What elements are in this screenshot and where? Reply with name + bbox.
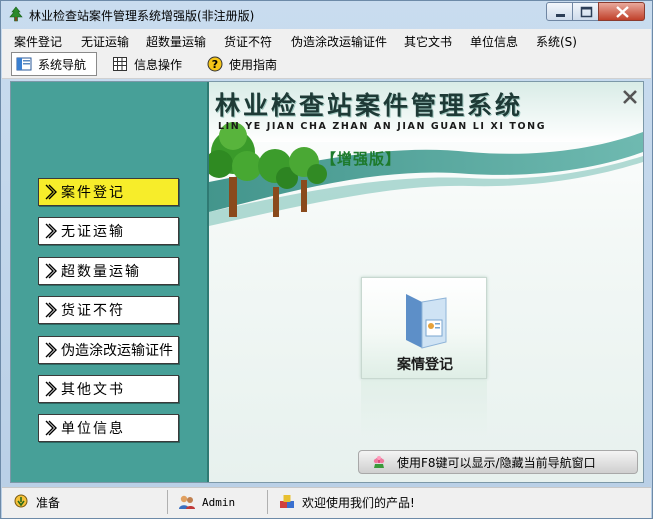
maximize-button[interactable]	[572, 2, 599, 21]
close-icon	[616, 6, 629, 18]
sidebar-item-label: 无证运输	[61, 224, 125, 240]
tab-information-operation[interactable]: 信息操作	[108, 52, 194, 76]
case-register-card-label: 案情登记	[397, 357, 453, 373]
chevron-right-icon	[45, 420, 57, 436]
menu-other-documents[interactable]: 其它文书	[404, 33, 452, 50]
maximize-icon	[580, 6, 593, 18]
tab-user-guide-label: 使用指南	[229, 57, 278, 72]
status-welcome-text: 欢迎使用我们的产品!	[302, 495, 415, 510]
chevron-right-icon	[45, 263, 57, 279]
sidebar-item-unit-info[interactable]: 单位信息	[38, 414, 179, 442]
chevron-right-icon	[45, 342, 57, 358]
chevron-right-icon	[45, 184, 57, 200]
cubes-icon	[280, 495, 294, 508]
application-window: 林业检查站案件管理系统增强版(非注册版) 案件登记 无证运输 超数量运输 货证不…	[0, 0, 653, 519]
help-icon: ?	[207, 56, 223, 72]
menu-unit-info[interactable]: 单位信息	[470, 33, 518, 50]
ready-status-icon	[14, 494, 28, 508]
sidebar-item-label: 伪造涂改运输证件	[61, 343, 173, 359]
menu-system[interactable]: 系统(S)	[536, 33, 577, 50]
main-area: 林业检查站案件管理系统 LIN YE JIAN CHA ZHAN AN JIAN…	[209, 82, 643, 482]
system-title: 林业检查站案件管理系统	[215, 91, 524, 120]
sidebar-item-label: 单位信息	[61, 421, 125, 437]
tab-information-operation-label: 信息操作	[134, 57, 183, 72]
sidebar: 案件登记 无证运输 超数量运输 货证不符 伪造涂改运输证件 其他文书 单位信息	[11, 82, 209, 482]
f8-hint-bar: 使用F8键可以显示/隐藏当前导航窗口	[358, 450, 638, 474]
sidebar-item-label: 其他文书	[61, 382, 125, 398]
toolbar: 系统导航 信息操作 ? 使用指南	[2, 51, 651, 79]
status-user-panel: Admin	[168, 490, 268, 514]
status-text: 准备	[36, 495, 61, 510]
sidebar-item-label: 案件登记	[61, 185, 125, 201]
menu-bar: 案件登记 无证运输 超数量运输 货证不符 伪造涂改运输证件 其它文书 单位信息 …	[2, 29, 651, 51]
sidebar-item-no-permit-transport[interactable]: 无证运输	[38, 217, 179, 245]
chevron-right-icon	[45, 302, 57, 318]
status-welcome-panel: 欢迎使用我们的产品!	[268, 490, 651, 514]
sidebar-item-goods-mismatch[interactable]: 货证不符	[38, 296, 179, 324]
navigation-panel: 案件登记 无证运输 超数量运输 货证不符 伪造涂改运输证件 其他文书 单位信息 …	[10, 81, 644, 483]
close-panel-icon[interactable]	[621, 88, 639, 106]
flower-icon	[373, 456, 385, 468]
menu-over-quantity-transport[interactable]: 超数量运输	[146, 33, 206, 50]
tab-system-navigation-label: 系统导航	[38, 57, 87, 72]
chevron-right-icon	[45, 223, 57, 239]
tree-app-icon	[9, 6, 23, 22]
svg-text:?: ?	[212, 58, 218, 71]
sidebar-item-forged-permit[interactable]: 伪造涂改运输证件	[38, 336, 179, 364]
chevron-right-icon	[45, 381, 57, 397]
tab-system-navigation[interactable]: 系统导航	[11, 52, 97, 76]
folder-card-icon	[406, 294, 447, 349]
edition-label: 【增强版】	[321, 150, 402, 168]
sidebar-item-over-quantity-transport[interactable]: 超数量运输	[38, 257, 179, 285]
close-window-button[interactable]	[598, 2, 645, 21]
minimize-button[interactable]	[546, 2, 573, 21]
title-bar[interactable]: 林业检查站案件管理系统增强版(非注册版)	[1, 1, 652, 28]
card-reflection	[361, 380, 487, 436]
sidebar-item-other-documents[interactable]: 其他文书	[38, 375, 179, 403]
status-username: Admin	[202, 495, 236, 509]
grid-icon	[113, 57, 127, 71]
sidebar-item-case-register[interactable]: 案件登记	[38, 178, 179, 206]
case-register-card[interactable]: 案情登记	[361, 277, 487, 379]
sidebar-item-label: 超数量运输	[61, 264, 141, 280]
system-title-pinyin: LIN YE JIAN CHA ZHAN AN JIAN GUAN LI XI …	[218, 121, 547, 132]
navigation-icon	[16, 57, 32, 71]
sidebar-item-label: 货证不符	[61, 303, 125, 319]
status-ready-panel: 准备	[2, 490, 168, 514]
menu-no-permit-transport[interactable]: 无证运输	[81, 33, 129, 50]
users-icon	[179, 495, 195, 509]
menu-goods-mismatch[interactable]: 货证不符	[224, 33, 272, 50]
status-bar: 准备 Admin 欢迎使用我们的产品!	[2, 487, 651, 518]
window-title: 林业检查站案件管理系统增强版(非注册版)	[29, 9, 255, 23]
menu-forged-permit[interactable]: 伪造涂改运输证件	[291, 33, 387, 50]
menu-case-register[interactable]: 案件登记	[14, 33, 62, 50]
f8-hint-text: 使用F8键可以显示/隐藏当前导航窗口	[397, 455, 596, 470]
tab-user-guide[interactable]: ? 使用指南	[203, 52, 289, 76]
minimize-icon	[556, 14, 565, 17]
